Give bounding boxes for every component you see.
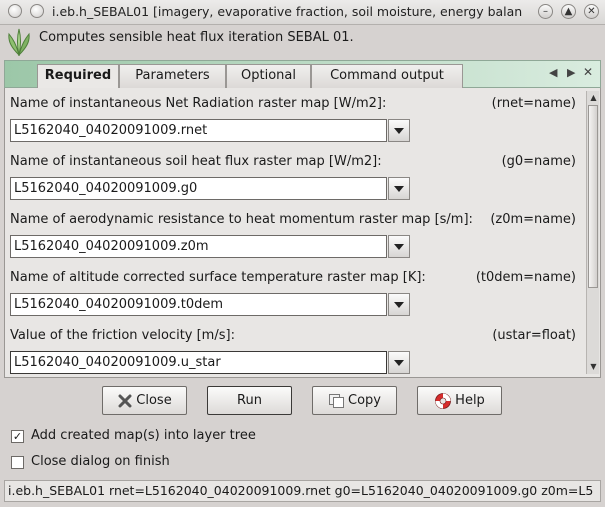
copy-button[interactable]: Copy [312, 386, 397, 415]
tab-required[interactable]: Required [37, 64, 119, 89]
minimize-button[interactable]: – [538, 4, 553, 19]
rnet-dropdown-icon[interactable] [388, 119, 410, 142]
panel-scrollbar[interactable]: ▲ ▼ [586, 91, 599, 374]
grass-logo-icon [8, 28, 30, 56]
run-button-label: Run [237, 393, 262, 408]
scroll-down-icon[interactable]: ▼ [588, 361, 599, 373]
help-button-label: Help [455, 393, 485, 408]
maximize-button[interactable]: ▲ [561, 4, 576, 19]
command-status-bar: i.eb.h_SEBAL01 rnet=L5162040_04020091009… [4, 480, 601, 502]
ustar-param: (ustar=float) [492, 328, 576, 343]
ustar-dropdown-icon[interactable] [388, 351, 410, 374]
t0dem-label: Name of altitude corrected surface tempe… [10, 270, 426, 285]
lifebuoy-icon [435, 392, 452, 409]
tab-close-icon[interactable]: ✕ [583, 65, 593, 79]
close-icon [118, 394, 132, 407]
run-button[interactable]: Run [207, 386, 292, 415]
rnet-label: Name of instantaneous Net Radiation rast… [10, 96, 387, 111]
tab-command-output[interactable]: Command output [311, 64, 463, 88]
t0dem-param: (t0dem=name) [475, 270, 576, 285]
window-menu-icon[interactable] [8, 4, 22, 18]
g0-combo[interactable]: L5162040_04020091009.g0 [10, 177, 387, 200]
tab-strip: Required Parameters Optional Command out… [4, 60, 601, 89]
g0-label: Name of instantaneous soil heat flux ras… [10, 154, 382, 169]
ustar-combo[interactable]: L5162040_04020091009.u_star [10, 351, 387, 374]
z0m-combo[interactable]: L5162040_04020091009.z0m [10, 235, 387, 258]
window-title: i.eb.h_SEBAL01 [imagery, evaporative fra… [52, 4, 522, 19]
add-to-layer-tree-checkbox[interactable]: ✓ [11, 430, 24, 443]
tab-optional[interactable]: Optional [226, 64, 311, 88]
pin-icon[interactable] [30, 4, 44, 18]
g0-dropdown-icon[interactable] [388, 177, 410, 200]
t0dem-dropdown-icon[interactable] [388, 293, 410, 316]
rnet-param: (rnet=name) [491, 96, 576, 111]
scroll-up-icon[interactable]: ▲ [588, 92, 599, 104]
rnet-combo[interactable]: L5162040_04020091009.rnet [10, 119, 387, 142]
z0m-label: Name of aerodynamic resistance to heat m… [10, 212, 473, 227]
close-on-finish-checkbox[interactable] [11, 456, 24, 469]
close-button[interactable]: Close [102, 386, 187, 415]
module-description: Computes sensible heat flux iteration SE… [39, 30, 354, 45]
add-to-layer-tree-label: Add created map(s) into layer tree [31, 428, 256, 443]
z0m-param: (z0m=name) [490, 212, 576, 227]
z0m-dropdown-icon[interactable] [388, 235, 410, 258]
tab-next-icon[interactable]: ▶ [567, 66, 575, 79]
copy-icon [329, 393, 344, 408]
close-on-finish-label: Close dialog on finish [31, 454, 170, 469]
tab-prev-icon[interactable]: ◀ [549, 66, 557, 79]
tab-parameters[interactable]: Parameters [119, 64, 226, 88]
required-panel: Name of instantaneous Net Radiation rast… [4, 88, 601, 378]
close-window-button[interactable]: ✕ [584, 4, 599, 19]
scrollbar-thumb[interactable] [588, 105, 598, 288]
copy-button-label: Copy [348, 393, 381, 408]
t0dem-combo[interactable]: L5162040_04020091009.t0dem [10, 293, 387, 316]
module-header: Computes sensible heat flux iteration SE… [0, 25, 605, 60]
title-bar: i.eb.h_SEBAL01 [imagery, evaporative fra… [0, 0, 605, 25]
g0-param: (g0=name) [501, 154, 576, 169]
close-button-label: Close [136, 393, 172, 408]
ustar-label: Value of the friction velocity [m/s]: [10, 328, 235, 343]
help-button[interactable]: Help [417, 386, 502, 415]
